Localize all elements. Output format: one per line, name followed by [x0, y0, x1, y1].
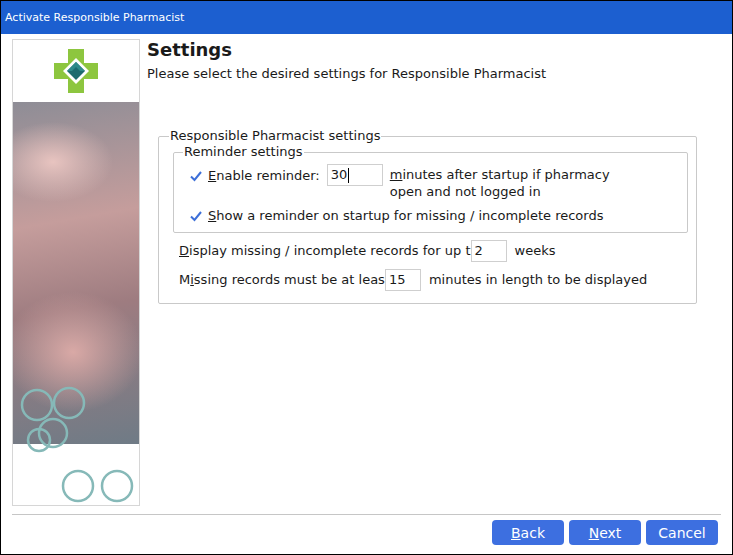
- reminder-settings-group: Reminder settings Enable reminder: 30 minut…: [173, 144, 688, 233]
- checkbox[interactable]: [189, 169, 203, 183]
- setting-row: Display missing / incomplete records for…: [173, 239, 688, 262]
- page-title: Settings: [147, 39, 720, 61]
- side-bottom: [13, 444, 139, 505]
- side-panel: [12, 39, 140, 506]
- setting-label: Display missing / incomplete records for…: [179, 242, 471, 259]
- reminder-row: Show a reminder on startup for missing /…: [189, 204, 681, 226]
- settings-content: Settings Please select the desired settin…: [140, 39, 720, 514]
- reminder-group-title: Reminder settings: [183, 144, 304, 160]
- wizard-button[interactable]: Back: [492, 520, 564, 545]
- dialog-window: Activate Responsible Pharmacist Settings P…: [0, 0, 733, 555]
- page-subtitle: Please select the desired settings for R…: [147, 65, 720, 82]
- checkbox-label[interactable]: Enable reminder:: [208, 164, 320, 184]
- checkbox-label[interactable]: Show a reminder on startup for missing /…: [208, 204, 603, 224]
- circles-decoration-icon: [13, 40, 140, 506]
- setting-suffix: minutes in length to be displayed: [429, 272, 647, 287]
- footer-separator: [12, 514, 721, 515]
- field-suffix: minutes after startup if pharmacyopen an…: [390, 164, 610, 200]
- setting-row: Missing records must be at leas15 minutes…: [173, 268, 688, 291]
- wizard-button[interactable]: Next: [569, 520, 641, 545]
- reminder-row: Enable reminder: 30 minutes after startup …: [189, 164, 681, 200]
- pharmacist-settings-group: Responsible Pharmacist settingsReminder …: [158, 128, 697, 304]
- title-bar: Activate Responsible Pharmacist: [1, 1, 732, 34]
- setting-field[interactable]: 2: [471, 240, 507, 262]
- check-icon: [189, 169, 203, 183]
- wizard-button[interactable]: Cancel: [646, 520, 718, 545]
- pharmacy-cross-icon: [52, 47, 100, 95]
- button-bar: BackNextCancel: [1, 515, 732, 554]
- dialog-body: Settings Please select the desired settin…: [1, 34, 732, 514]
- group-title: Responsible Pharmacist settings: [169, 128, 381, 144]
- checkbox[interactable]: [189, 209, 203, 223]
- setting-suffix: weeks: [515, 243, 556, 258]
- pills-photo: [13, 102, 139, 444]
- logo-area: [13, 40, 139, 102]
- setting-label: Missing records must be at leas: [179, 271, 385, 288]
- setting-field[interactable]: 15: [385, 269, 421, 291]
- text-caret: [348, 168, 349, 183]
- check-icon: [189, 209, 203, 223]
- minutes-field[interactable]: 30: [327, 164, 383, 186]
- window-title: Activate Responsible Pharmacist: [5, 11, 184, 24]
